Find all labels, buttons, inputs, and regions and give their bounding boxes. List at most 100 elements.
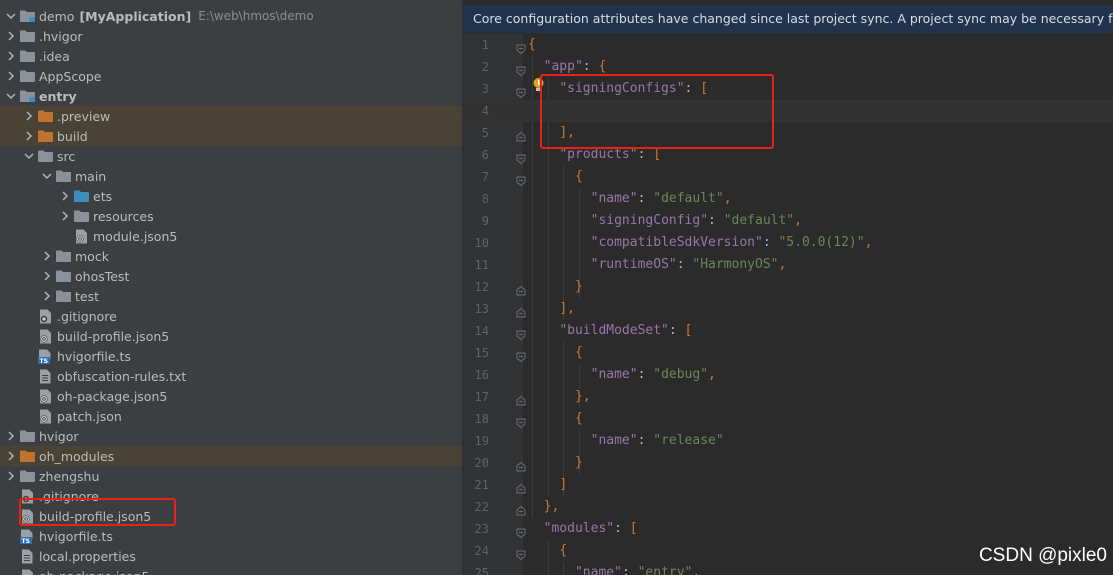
fold-open-icon[interactable] [516,414,526,429]
fold-open-icon[interactable] [516,326,526,341]
tree-item[interactable]: module.json5 [0,226,462,246]
chevron-right-icon[interactable] [5,26,17,46]
tree-item[interactable]: patch.json [0,406,462,426]
chevron-right-icon[interactable] [5,446,17,466]
folder-icon [55,266,71,286]
tree-item[interactable]: src [0,146,462,166]
tree-item[interactable]: TS hvigorfile.ts [0,346,462,366]
chevron-down-icon[interactable] [5,86,17,106]
code-line[interactable]: 10 "compatibleSdkVersion": "5.0.0(12)", [463,232,1113,254]
tree-item[interactable]: obfuscation-rules.txt [0,366,462,386]
fold-close-icon[interactable] [516,458,526,472]
chevron-right-icon[interactable] [5,426,17,446]
sync-notification-banner[interactable]: Core configuration attributes have chang… [463,5,1113,33]
fold-open-icon[interactable] [516,40,526,55]
tree-item-label: .preview [57,108,111,124]
chevron-right-icon[interactable] [41,246,53,266]
tree-item[interactable]: hvigor [0,426,462,446]
code-token: }, [543,499,560,514]
chevron-right-icon[interactable] [59,206,71,226]
code-line[interactable]: 22 }, [463,496,1113,518]
code-line[interactable]: 17 }, [463,386,1113,408]
chevron-right-icon[interactable] [23,106,35,126]
tree-item[interactable]: .preview [0,106,462,126]
fold-close-icon[interactable] [516,128,526,142]
tree-item[interactable]: .gitignore [0,306,462,326]
fold-open-icon[interactable] [516,150,526,165]
code-token: "debug" [653,367,709,382]
fold-close-icon[interactable] [516,480,526,494]
fold-close-icon[interactable] [516,282,526,296]
tree-item-label: oh-package.json5 [57,388,168,404]
code-token: ], [559,301,575,316]
code-line[interactable]: 1{ [463,34,1113,56]
tree-item[interactable]: build-profile.json5 [0,326,462,346]
fold-close-icon[interactable] [516,502,526,516]
code-token: "release" [653,433,724,448]
tree-item[interactable]: mock [0,246,462,266]
tree-item[interactable]: .idea [0,46,462,66]
tree-item[interactable]: test [0,286,462,306]
fold-close-icon[interactable] [516,392,526,406]
fold-open-icon[interactable] [516,546,526,561]
tree-item[interactable]: oh_modules [0,446,462,466]
tree-item[interactable]: resources [0,206,462,226]
tree-item[interactable]: ets [0,186,462,206]
tree-item[interactable]: oh-package.json5 [0,566,462,575]
code-line[interactable]: 14 "buildModeSet": [ [463,320,1113,342]
code-line[interactable]: 7 { [463,166,1113,188]
tree-item[interactable]: AppScope [0,66,462,86]
code-line[interactable]: 16 "name": "debug", [463,364,1113,386]
chevron-right-icon[interactable] [41,286,53,306]
code-token: { [559,543,568,558]
code-line[interactable]: 15 { [463,342,1113,364]
tree-item[interactable]: entry [0,86,462,106]
code-line[interactable]: 11 "runtimeOS": "HarmonyOS", [463,254,1113,276]
tree-item[interactable]: build [0,126,462,146]
chevron-down-icon[interactable] [23,146,35,166]
fold-open-icon[interactable] [516,524,526,539]
tree-item[interactable]: local.properties [0,546,462,566]
fold-open-icon[interactable] [516,348,526,363]
code-line[interactable]: 23 "modules": [ [463,518,1113,540]
tree-item[interactable]: zhengshu [0,466,462,486]
code-line[interactable]: 12 } [463,276,1113,298]
tree-item[interactable]: demo [MyApplication] E:\web\hmos\demo [0,6,462,26]
tree-item-label: .gitignore [57,308,117,324]
code-line[interactable]: 9 "signingConfig": "default", [463,210,1113,232]
chevron-right-icon[interactable] [5,466,17,486]
text-file-icon [37,366,53,386]
code-token: { [574,345,583,360]
fold-open-icon[interactable] [516,62,526,77]
chevron-right-icon[interactable] [5,46,17,66]
fold-open-icon[interactable] [516,172,526,187]
code-line[interactable]: 18 { [463,408,1113,430]
tree-item[interactable]: ohosTest [0,266,462,286]
chevron-right-icon[interactable] [59,186,71,206]
code-line[interactable]: 20 } [463,452,1113,474]
code-line[interactable]: 19 "name": "release" [463,430,1113,452]
chevron-down-icon[interactable] [5,6,17,26]
chevron-right-icon[interactable] [41,266,53,286]
chevron-right-icon[interactable] [23,126,35,146]
chevron-right-icon[interactable] [5,66,17,86]
json-file-icon [37,386,53,406]
fold-close-icon[interactable] [516,304,526,318]
tree-item[interactable]: oh-package.json5 [0,386,462,406]
tree-item[interactable]: .hvigor [0,26,462,46]
code-line[interactable]: 13 ], [463,298,1113,320]
tree-item-label: .hvigor [39,28,83,44]
fold-open-icon[interactable] [516,84,526,99]
chevron-down-icon[interactable] [41,166,53,186]
code-line[interactable]: 21 ] [463,474,1113,496]
tree-item-label: zhengshu [39,468,100,484]
code-token: ] [559,477,568,492]
code-line[interactable]: 8 "name": "default", [463,188,1113,210]
tree-item[interactable]: TS hvigorfile.ts [0,526,462,546]
tree-item[interactable]: main [0,166,462,186]
